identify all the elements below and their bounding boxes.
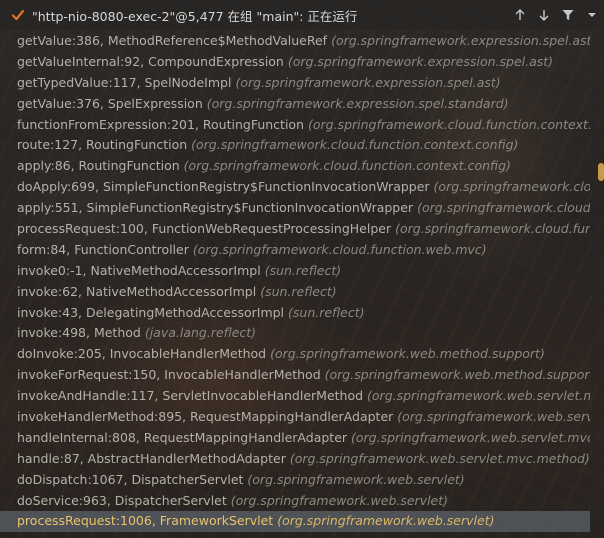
frame-package: (org.springframework.expression.spel.sta… [206,95,509,111]
stack-frame-row[interactable]: doInvoke:205, InvocableHandlerMethod (or… [0,344,590,365]
frame-package: (sun.reflect) [264,262,342,278]
frame-method: route:127, RoutingFunction [17,137,188,153]
stack-frame-row[interactable]: functionFromExpression:201, RoutingFunct… [0,115,590,136]
frame-method: apply:86, RoutingFunction [17,158,180,174]
frame-method: doDispatch:1067, DispatcherServlet [17,471,244,487]
frame-package: (org.springframework.web.servlet.mvc.met… [351,429,590,445]
frame-method: apply:551, SimpleFunctionRegistry$Functi… [17,200,414,216]
frame-package: (org.springframework.web.servlet) [277,513,495,529]
frame-method: invoke0:-1, NativeMethodAccessorImpl [17,262,261,278]
thread-header: "http-nio-8080-exec-2"@5,477 在组 "main": … [0,0,604,30]
frame-package: (org.springframework.cloud.function [417,200,590,216]
stack-frame-row[interactable]: route:127, RoutingFunction (org.springfr… [0,135,590,156]
stack-frame-row[interactable]: invoke:43, DelegatingMethodAccessorImpl … [0,303,590,324]
frame-method: invoke:498, Method [17,325,141,341]
frame-method: doApply:699, SimpleFunctionRegistry$Func… [17,179,430,195]
stack-frame-row[interactable]: handle:87, AbstractHandlerMethodAdapter … [0,449,590,470]
frame-package: (sun.reflect) [288,304,365,320]
stack-frame-row[interactable]: handleInternal:808, RequestMappingHandle… [0,428,590,449]
stack-frame-row[interactable]: invoke:62, NativeMethodAccessorImpl (sun… [0,282,590,303]
stack-frame-row[interactable]: getValueInternal:92, CompoundExpression … [0,52,590,73]
frame-method: getValue:386, MethodReference$MethodValu… [17,33,328,48]
frame-method: handle:87, AbstractHandlerMethodAdapter [17,450,286,466]
frame-package: (org.springframework.expression.spel.ast… [287,53,554,69]
stack-frame-row[interactable]: processRequest:100, FunctionWebRequestPr… [0,219,590,240]
frame-package: (sun.reflect) [260,283,337,299]
frame-package: (org.springframework.expression.spel.ast… [235,74,501,90]
stack-frame-row[interactable]: invokeForRequest:150, InvocableHandlerMe… [0,365,590,386]
stack-frame-row[interactable]: getValue:376, SpelExpression (org.spring… [0,94,590,115]
frame-method: functionFromExpression:201, RoutingFunct… [17,116,304,132]
frame-package: (org.springframework.cloud.function.cont… [183,158,511,174]
scroll-marker[interactable] [598,163,604,181]
frame-package: (org.springframework.web.servlet.mvc.met… [367,388,590,404]
stack-frame-row[interactable]: doApply:699, SimpleFunctionRegistry$Func… [0,177,590,198]
frame-package: (org.springframework.web.servlet.mvc [397,409,590,425]
frame-method: getValue:376, SpelExpression [17,95,203,111]
stack-frame-row[interactable]: getTypedValue:117, SpelNodeImpl (org.spr… [0,73,590,94]
stack-frame-row[interactable]: invoke0:-1, NativeMethodAccessorImpl (su… [0,261,590,282]
stack-frame-row[interactable]: invokeHandlerMethod:895, RequestMappingH… [0,407,590,428]
frame-method: invoke:43, DelegatingMethodAccessorImpl [17,304,285,320]
frame-package: (java.lang.reflect) [144,325,257,341]
frame-package: (org.springframework.cloud.function.w [395,221,590,237]
frame-method: form:84, FunctionController [17,241,189,257]
up-arrow-icon[interactable] [508,3,532,27]
stack-frame-row[interactable]: invoke:498, Method (java.lang.reflect) [0,323,590,344]
frame-package: (org.springframework.web.servlet) [247,471,465,487]
frame-package: (org.springframework.web.method.support) [270,346,545,362]
frame-method: getTypedValue:117, SpelNodeImpl [17,74,232,90]
frame-method: invokeAndHandle:117, ServletInvocableHan… [17,388,364,404]
frame-package: (org.springframework.web.servlet.mvc.met… [289,450,590,466]
frame-method: doService:963, DispatcherServlet [17,492,227,508]
frame-package: (org.springframework.cloud.funct [433,179,590,195]
frame-method: handleInternal:808, RequestMappingHandle… [17,429,348,445]
frame-package: (org.springframework.cloud.function.web.… [192,241,487,257]
stack-frame-row[interactable]: doService:963, DispatcherServlet (org.sp… [0,491,590,512]
frame-package: (org.springframework.cloud.function.cont… [307,116,590,132]
scrollbar[interactable] [592,31,604,538]
frame-method: getValueInternal:92, CompoundExpression [17,53,284,69]
down-arrow-icon[interactable] [532,3,556,27]
dropdown-icon[interactable] [580,3,604,27]
stack-frame-row[interactable]: processRequest:1006, FrameworkServlet (o… [0,511,590,533]
frame-method: processRequest:1006, FrameworkServlet [17,513,274,529]
stack-frame-row[interactable]: apply:86, RoutingFunction (org.springfra… [0,156,590,177]
filter-icon[interactable] [556,3,580,27]
stack-frame-row[interactable]: form:84, FunctionController (org.springf… [0,240,590,261]
frame-package: (org.springframework.web.method.support) [324,367,590,383]
stack-frame-row[interactable]: getValue:386, MethodReference$MethodValu… [0,31,590,52]
frame-method: invokeHandlerMethod:895, RequestMappingH… [17,409,394,425]
frame-package: (org.springframework.cloud.function.cont… [191,137,519,153]
frame-method: doInvoke:205, InvocableHandlerMethod [17,346,267,362]
stack-frame-row[interactable]: doDispatch:1067, DispatcherServlet (org.… [0,470,590,491]
stack-frame-list: getValue:386, MethodReference$MethodValu… [0,31,590,533]
stack-frame-row[interactable]: apply:551, SimpleFunctionRegistry$Functi… [0,198,590,219]
frame-method: invoke:62, NativeMethodAccessorImpl [17,283,257,299]
frame-method: invokeForRequest:150, InvocableHandlerMe… [17,367,321,383]
toolbar [508,0,604,30]
thread-title[interactable]: "http-nio-8080-exec-2"@5,477 在组 "main": … [32,6,357,25]
frame-package: (org.springframework.expression.spel.ast… [331,33,590,48]
frame-method: processRequest:100, FunctionWebRequestPr… [17,221,392,237]
frame-package: (org.springframework.web.servlet) [230,492,449,508]
stack-frame-row[interactable]: invokeAndHandle:117, ServletInvocableHan… [0,386,590,407]
check-icon [8,5,28,25]
